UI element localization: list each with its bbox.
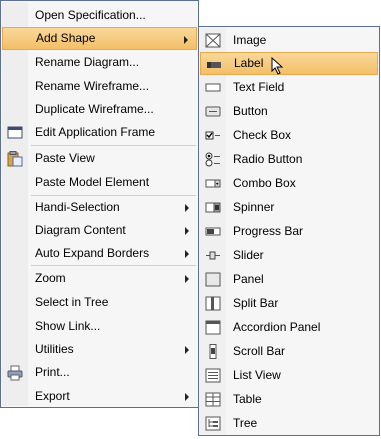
submenu-arrow-icon [185,346,189,354]
printer-icon [7,365,23,381]
menu-item-export[interactable]: Export [2,385,197,408]
menu-item-auto-expand-borders[interactable]: Auto Expand Borders [2,242,197,265]
menu-item-label: Split Bar [233,296,279,310]
menu-item-label: Radio Button [233,152,303,166]
menu-item-label: Text Field [233,80,285,94]
panel-icon [205,272,221,287]
label-icon [206,57,222,72]
shape-item-list-view[interactable]: List View [200,364,378,387]
menu-item-label: Export [35,389,70,403]
shape-item-image[interactable]: Image [200,29,378,52]
menu-item-label: Slider [233,248,264,262]
menu-item-handi-selection[interactable]: Handi-Selection [2,196,197,219]
text-field-icon [205,80,221,95]
menu-item-rename-diagram[interactable]: Rename Diagram... [2,51,197,74]
accordion-panel-icon [205,320,221,335]
shape-item-slider[interactable]: Slider [200,244,378,267]
submenu-arrow-icon [185,275,189,283]
menu-separator [31,265,196,266]
submenu-arrow-icon [185,204,189,212]
menu-item-label: Duplicate Wireframe... [35,102,154,116]
button-icon [205,104,221,119]
menu-item-label: Scroll Bar [233,344,286,358]
menu-item-label: Rename Wireframe... [35,79,150,93]
menu-item-label: Tree [233,416,258,430]
menu-item-label: Panel [233,272,264,286]
submenu-arrow-icon [185,250,189,258]
menu-item-label: Spinner [233,200,275,214]
menu-item-add-shape[interactable]: Add Shape [2,27,197,50]
menu-item-label: Handi-Selection [35,200,120,214]
menu-item-utilities[interactable]: Utilities [2,338,197,361]
menu-item-label: List View [233,368,281,382]
menu-item-label: Progress Bar [233,224,304,238]
shape-item-split-bar[interactable]: Split Bar [200,292,378,315]
menu-item-label: Paste Model Element [35,175,150,189]
menu-item-label: Show Link... [35,319,101,333]
progress-bar-icon [205,224,221,239]
shape-item-progress-bar[interactable]: Progress Bar [200,220,378,243]
menu-item-show-link[interactable]: Show Link... [2,315,197,338]
menu-item-paste-view[interactable]: Paste View [2,147,197,170]
menu-item-label: Paste View [35,151,95,165]
list-view-icon [205,368,221,383]
menu-item-edit-application-frame[interactable]: Edit Application Frame [2,121,197,144]
shape-item-button[interactable]: Button [200,100,378,123]
menu-item-label: Zoom [35,271,66,285]
menu-item-label: Select in Tree [35,295,109,309]
menu-item-label: Add Shape [36,31,96,45]
submenu-arrow-icon [184,36,188,44]
radio-button-icon [205,152,221,167]
scroll-bar-icon [205,344,221,359]
shape-item-tree[interactable]: Tree [200,412,378,435]
menu-item-label: Table [233,392,262,406]
menu-item-label: Combo Box [233,176,296,190]
shape-item-combo-box[interactable]: Combo Box [200,172,378,195]
shape-item-panel[interactable]: Panel [200,268,378,291]
shape-item-radio-button[interactable]: Radio Button [200,148,378,171]
menu-item-label: Accordion Panel [233,320,321,334]
menu-item-label: Open Specification... [35,8,146,22]
check-box-icon [205,128,221,143]
menu-item-label: Image [233,33,267,47]
menu-item-zoom[interactable]: Zoom [2,267,197,290]
shape-item-accordion-panel[interactable]: Accordion Panel [200,316,378,339]
menu-item-label: Diagram Content [35,223,126,237]
context-menu: Open Specification... Add Shape Rename D… [0,0,199,408]
shape-item-scroll-bar[interactable]: Scroll Bar [200,340,378,363]
menu-item-label: Button [233,104,268,118]
shape-item-label[interactable]: Label [200,52,378,75]
slider-icon [205,248,221,263]
menu-separator [31,145,196,146]
add-shape-submenu: Image Label Text Field Button Check Box … [198,26,380,436]
shape-item-spinner[interactable]: Spinner [200,196,378,219]
menu-item-label: Check Box [233,128,292,142]
submenu-arrow-icon [185,393,189,401]
menu-item-diagram-content[interactable]: Diagram Content [2,219,197,242]
menu-item-open-specification[interactable]: Open Specification... [2,4,197,27]
application-frame-icon [7,125,23,140]
menu-item-print[interactable]: Print... [2,361,197,384]
menu-item-label: Label [234,56,264,70]
tree-icon [205,416,221,431]
menu-item-select-in-tree[interactable]: Select in Tree [2,291,197,314]
menu-item-label: Utilities [35,342,74,356]
shape-item-check-box[interactable]: Check Box [200,124,378,147]
spinner-icon [205,200,221,215]
table-icon [205,392,221,407]
menu-item-paste-model-element[interactable]: Paste Model Element [2,171,197,194]
menu-item-label: Rename Diagram... [35,55,140,69]
image-icon [205,33,221,48]
shape-item-text-field[interactable]: Text Field [200,76,378,99]
submenu-arrow-icon [185,227,189,235]
shape-item-table[interactable]: Table [200,388,378,411]
menu-item-label: Print... [35,365,70,379]
menu-item-rename-wireframe[interactable]: Rename Wireframe... [2,75,197,98]
paste-icon [7,151,23,167]
split-bar-icon [205,296,221,311]
menu-item-label: Auto Expand Borders [35,246,150,260]
menu-item-label: Edit Application Frame [35,125,156,139]
combo-box-icon [205,176,221,191]
menu-item-duplicate-wireframe[interactable]: Duplicate Wireframe... [2,98,197,121]
